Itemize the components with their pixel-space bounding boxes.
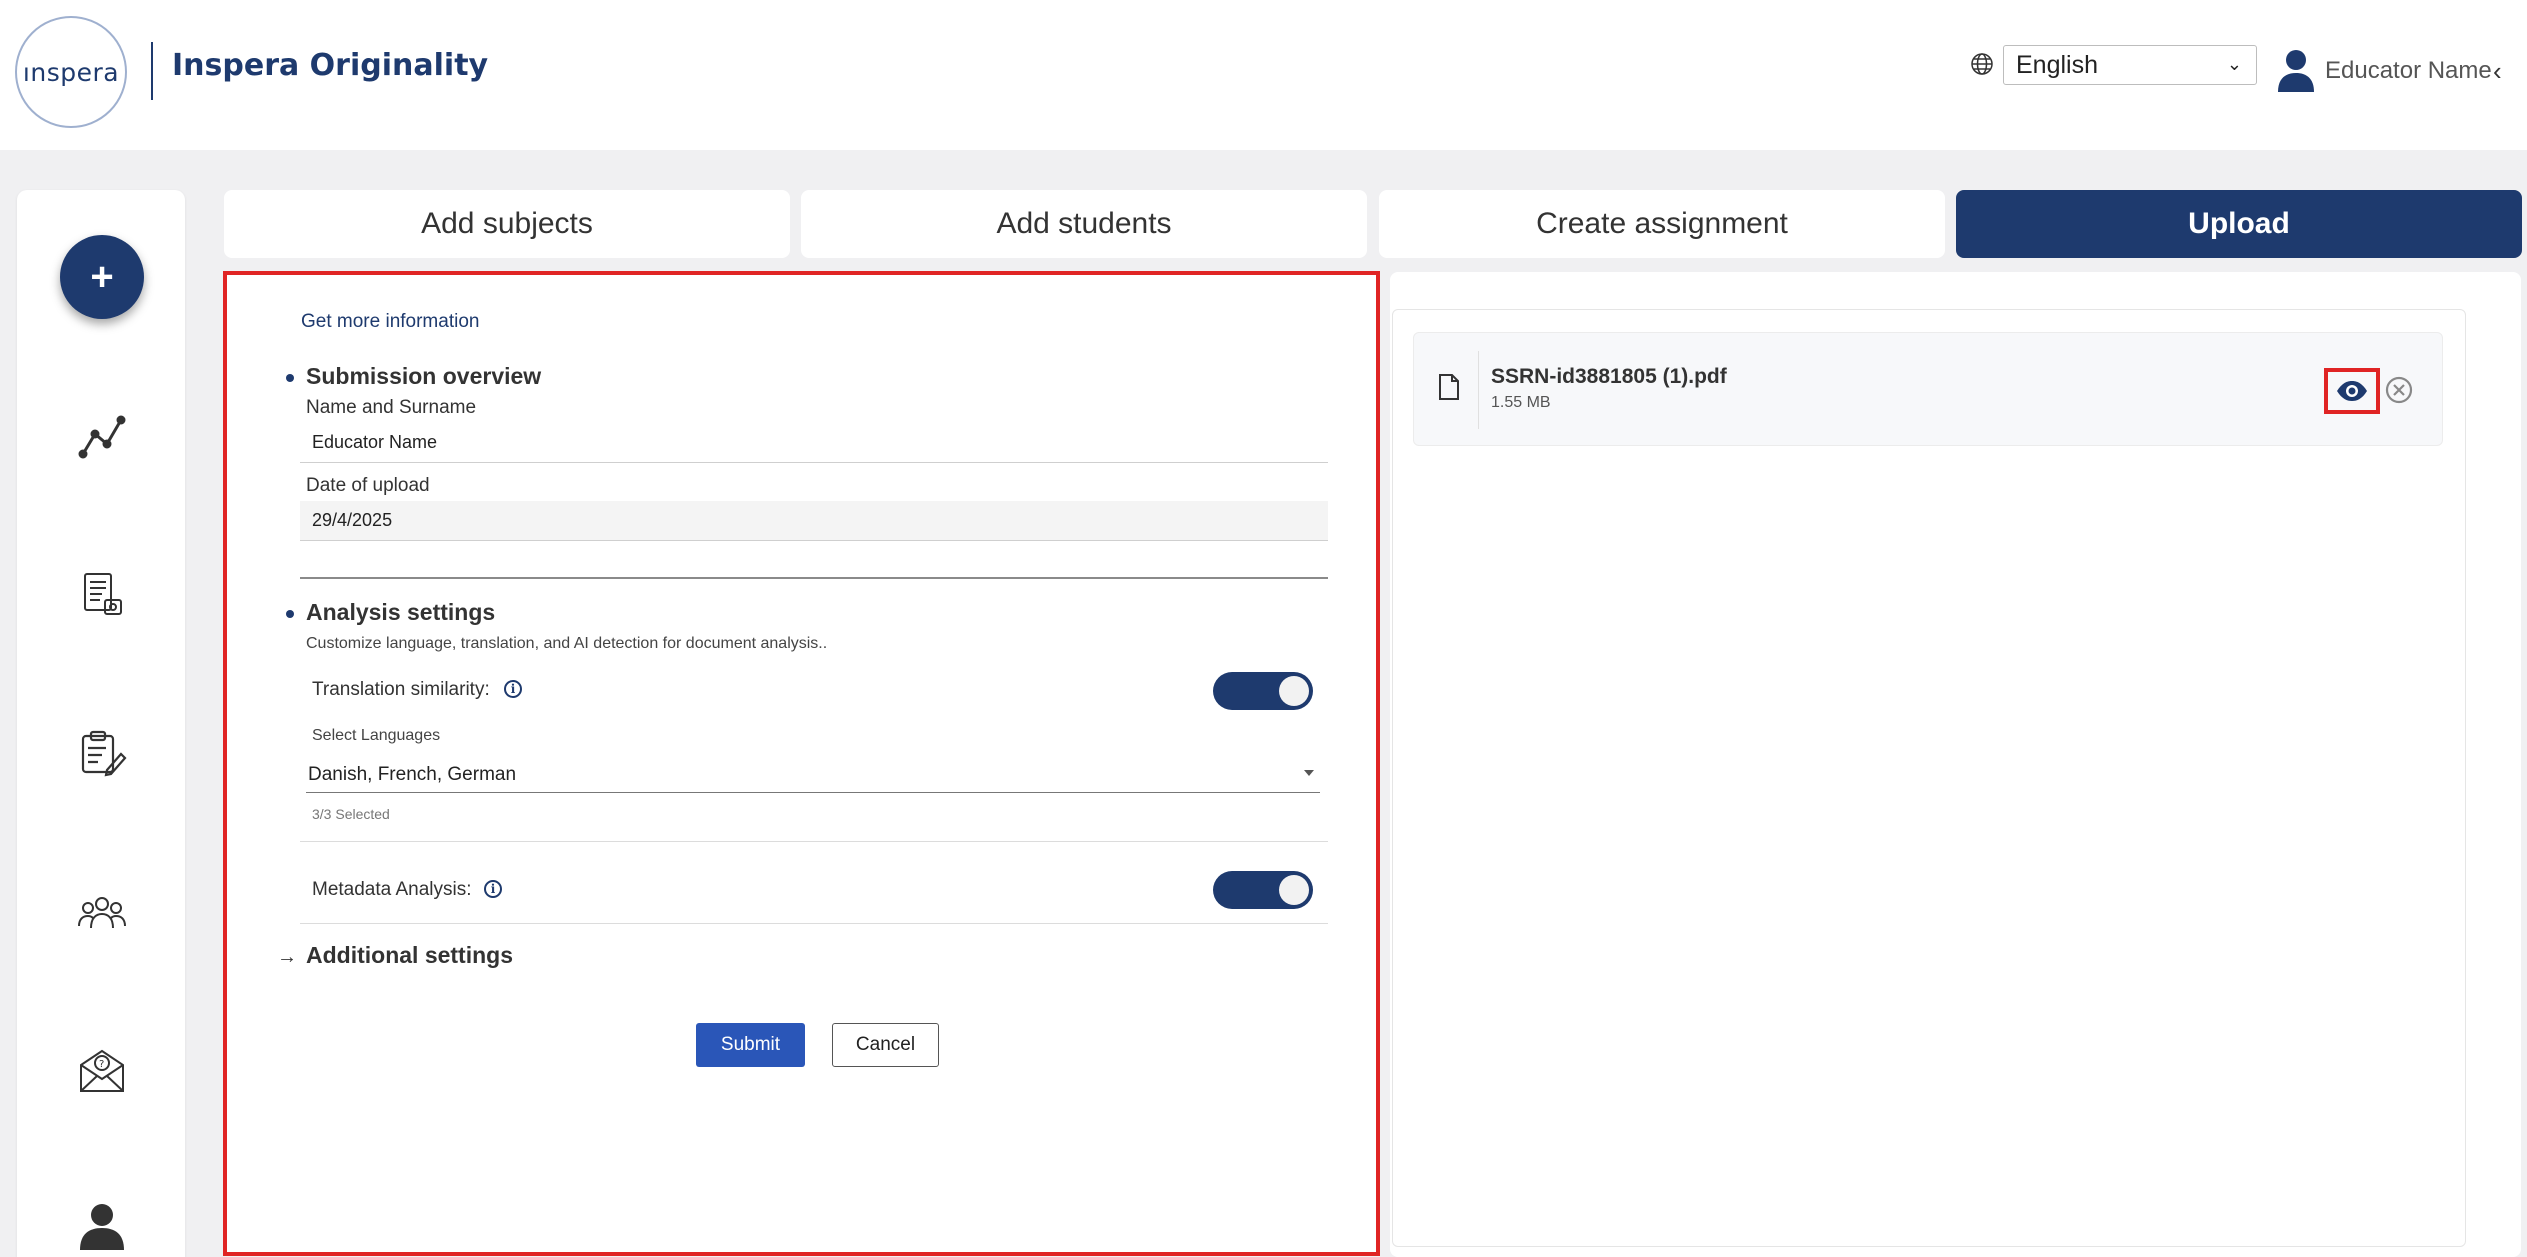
- remove-file-icon[interactable]: [2384, 375, 2414, 405]
- section-bullet: [286, 374, 294, 382]
- globe-icon: [1971, 53, 1993, 75]
- logo-text: ınspera: [22, 57, 120, 87]
- file-icon: [1439, 374, 1459, 400]
- step-upload[interactable]: Upload: [1956, 190, 2522, 258]
- submission-form-panel: Get more information Submission overview…: [223, 271, 1380, 1256]
- metadata-analysis-toggle[interactable]: [1213, 871, 1313, 909]
- logo-divider: [151, 42, 153, 100]
- eye-icon: [2337, 381, 2367, 401]
- chevron-left-icon[interactable]: ‹: [2493, 56, 2502, 87]
- add-button[interactable]: +: [60, 235, 144, 319]
- languages-value: Danish, French, German: [308, 763, 517, 785]
- language-select[interactable]: English ⌄: [2003, 45, 2257, 85]
- date-field[interactable]: 29/4/2025: [300, 501, 1328, 541]
- analysis-settings-title: Analysis settings: [306, 599, 496, 625]
- mail-help-icon[interactable]: ?: [77, 1045, 127, 1095]
- file-size: 1.55 MB: [1491, 394, 1551, 411]
- caret-down-icon: [1304, 770, 1314, 776]
- file-separator: [1478, 351, 1479, 429]
- additional-settings-toggle[interactable]: Additional settings: [306, 942, 513, 969]
- cancel-button[interactable]: Cancel: [832, 1023, 939, 1067]
- sidebar: + ?: [17, 190, 185, 1257]
- name-label: Name and Surname: [306, 397, 477, 418]
- svg-text:?: ?: [99, 1059, 104, 1070]
- submission-overview-title: Submission overview: [306, 363, 542, 389]
- arrow-right-icon[interactable]: →: [277, 946, 297, 969]
- languages-dropdown[interactable]: Danish, French, German: [306, 757, 1320, 793]
- divider: [300, 923, 1328, 924]
- toggle-knob: [1279, 676, 1309, 706]
- select-languages-label: Select Languages: [312, 727, 441, 744]
- analytics-icon[interactable]: [77, 412, 127, 462]
- get-more-information-link[interactable]: Get more information: [301, 311, 479, 333]
- translation-similarity-toggle[interactable]: [1213, 672, 1313, 710]
- date-label: Date of upload: [306, 475, 430, 496]
- info-icon[interactable]: i: [484, 880, 502, 898]
- translation-similarity-label: Translation similarity:: [312, 679, 490, 700]
- step-add-students[interactable]: Add students: [801, 190, 1367, 258]
- section-bullet: [286, 610, 294, 618]
- language-value: English: [2016, 50, 2098, 79]
- submit-button[interactable]: Submit: [696, 1023, 805, 1067]
- section-divider: [300, 577, 1328, 579]
- analysis-settings-description: Customize language, translation, and AI …: [306, 635, 828, 652]
- group-icon[interactable]: [77, 888, 127, 938]
- chevron-down-icon: ⌄: [2226, 54, 2242, 74]
- user-icon[interactable]: [2276, 48, 2316, 92]
- step-add-subjects[interactable]: Add subjects: [224, 190, 790, 258]
- top-header: ınspera Inspera Originality English ⌄ Ed…: [0, 0, 2527, 150]
- file-name: SSRN-id3881805 (1).pdf: [1491, 365, 1727, 388]
- info-icon[interactable]: i: [504, 680, 522, 698]
- step-create-assignment[interactable]: Create assignment: [1379, 190, 1945, 258]
- app-title: Inspera Originality: [172, 48, 489, 83]
- name-field[interactable]: Educator Name: [300, 423, 1328, 463]
- preview-button[interactable]: [2324, 368, 2380, 414]
- user-profile-icon[interactable]: [77, 1200, 127, 1250]
- languages-count: 3/3 Selected: [312, 806, 390, 822]
- document-report-icon[interactable]: [77, 570, 127, 620]
- inspera-logo[interactable]: ınspera: [15, 16, 127, 128]
- toggle-knob: [1279, 875, 1309, 905]
- divider: [300, 841, 1328, 842]
- file-list: [1392, 309, 2466, 1247]
- clipboard-edit-icon[interactable]: [77, 728, 127, 778]
- file-card: SSRN-id3881805 (1).pdf 1.55 MB: [1413, 332, 2443, 446]
- metadata-analysis-label: Metadata Analysis:: [312, 879, 472, 900]
- user-name[interactable]: Educator Name: [2325, 57, 2492, 85]
